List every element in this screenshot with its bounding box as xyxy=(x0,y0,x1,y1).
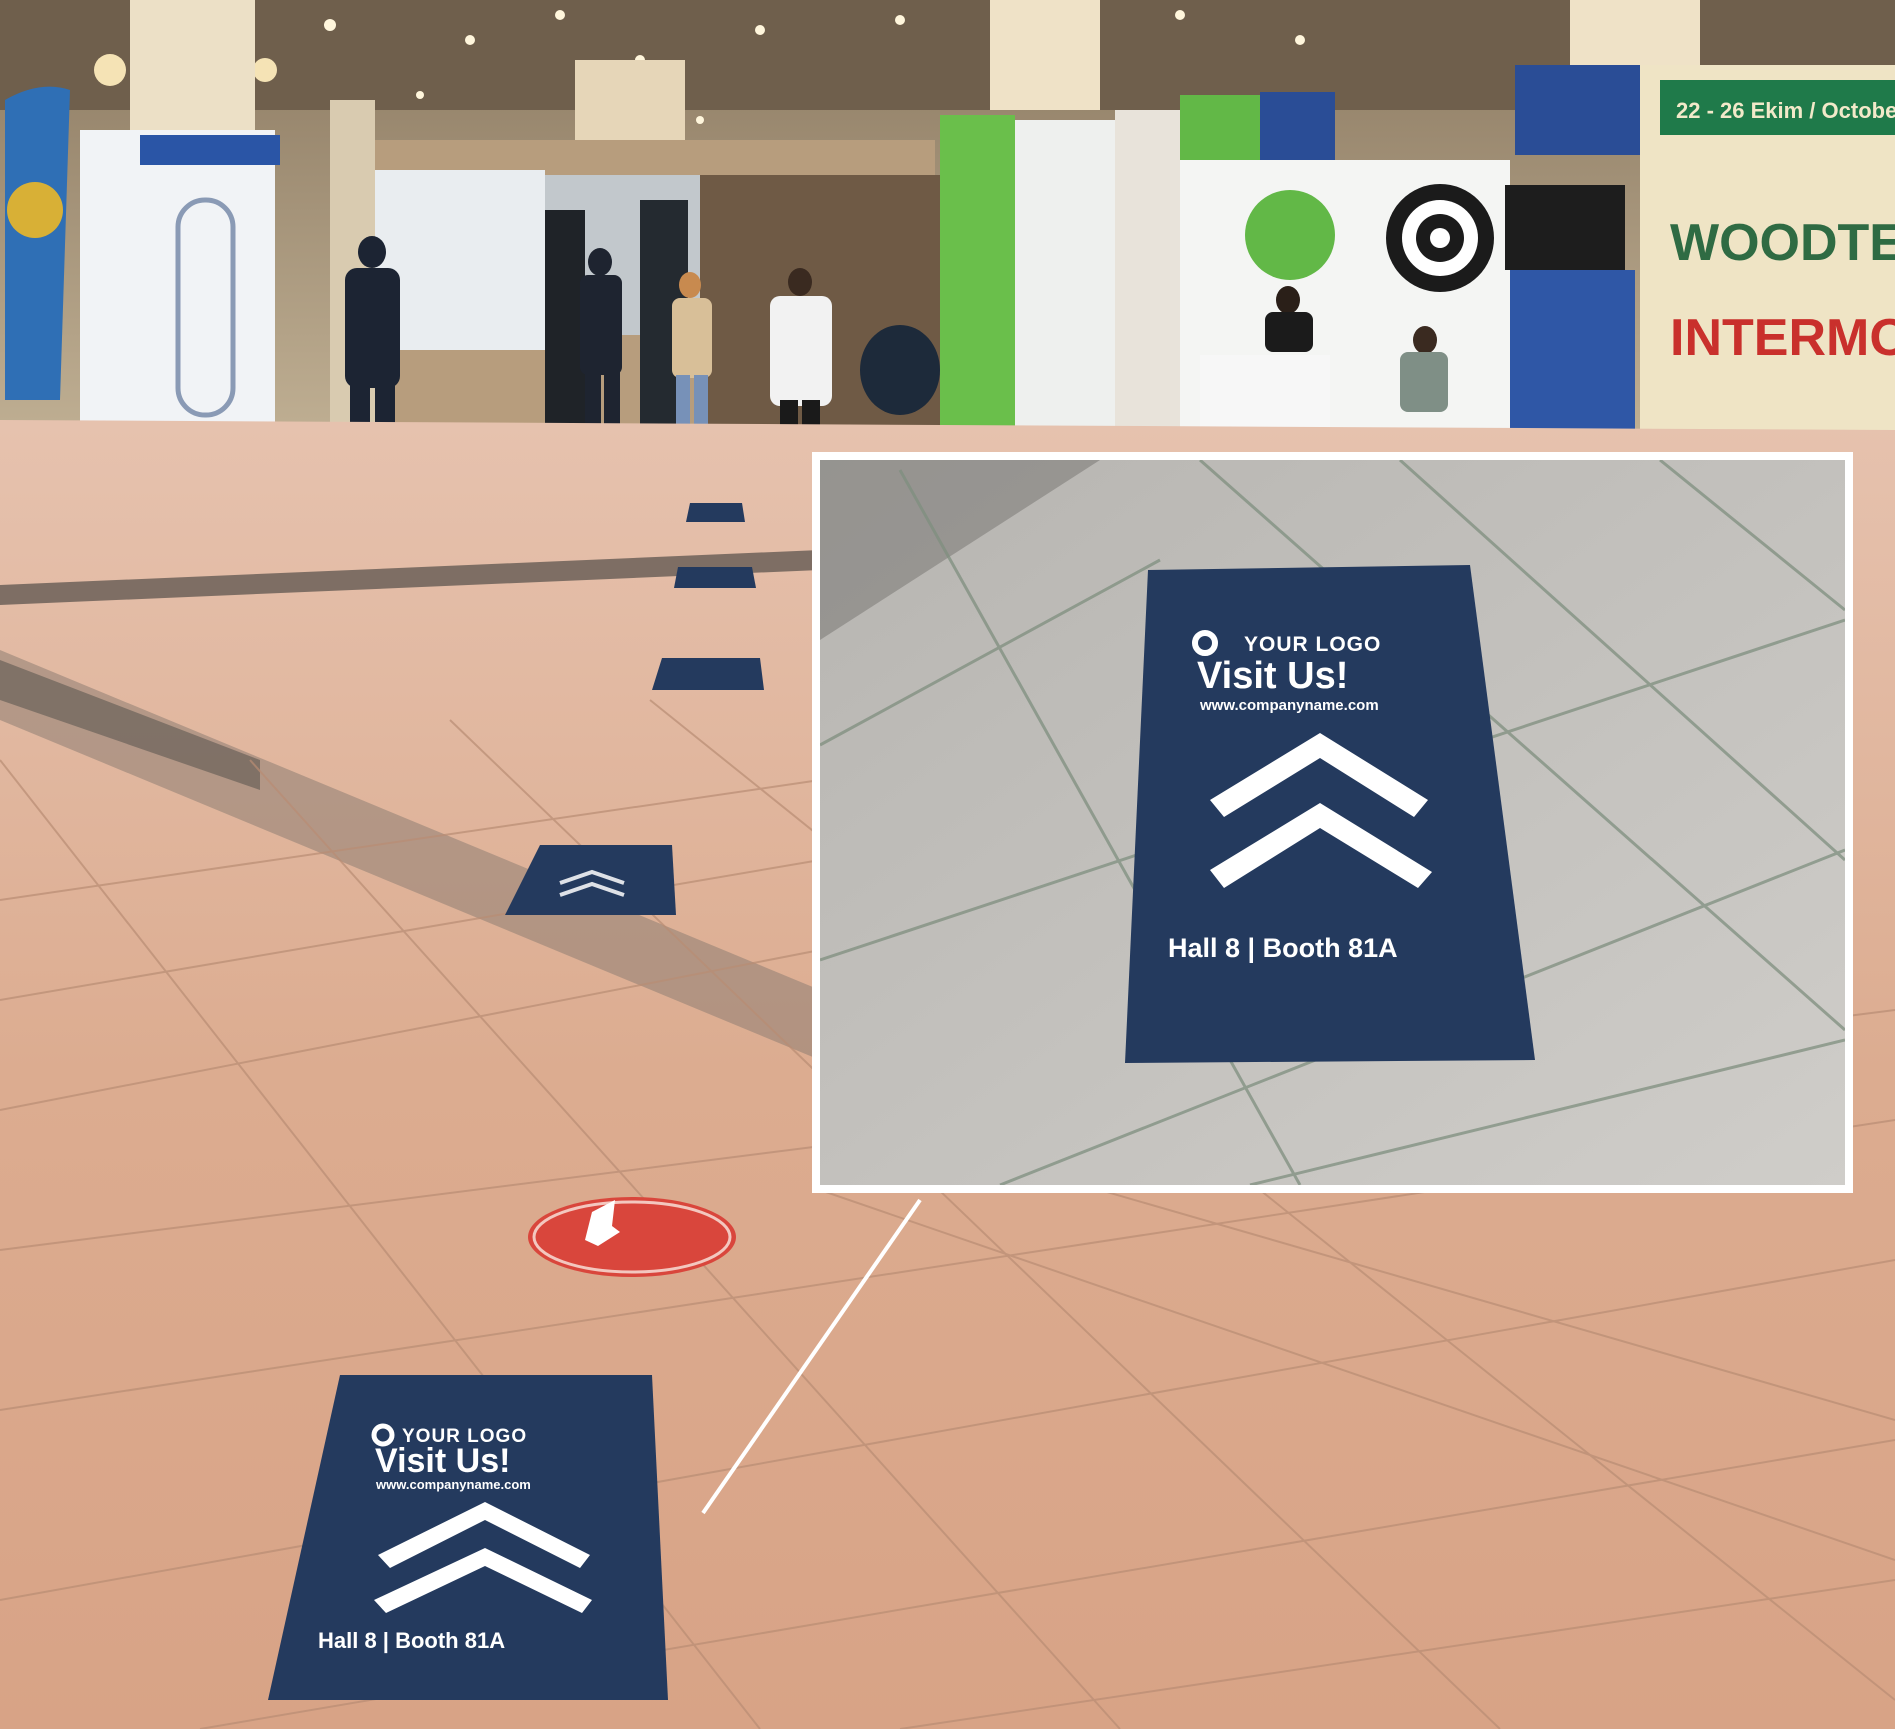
booth-brand-woodtec: WOODTEC xyxy=(1670,214,1895,272)
zoom-inset: YOUR LOGO Visit Us! www.companyname.com … xyxy=(812,452,1853,1193)
floor-sign-headline: Visit Us! xyxy=(375,1442,510,1480)
exit-floor-disc xyxy=(528,1197,736,1277)
booth-date-strip: 22 - 26 Ekim / October xyxy=(1676,98,1895,123)
floor-sign-website: www.companyname.com xyxy=(375,1477,531,1492)
floor-sign-location: Hall 8 | Booth 81A xyxy=(318,1628,505,1653)
trade-show-floor-photo: 22 - 26 Ekim / October WOODTEC INTERMO xyxy=(0,0,1895,1729)
inset-sign-location: Hall 8 | Booth 81A xyxy=(1168,933,1398,963)
inset-sign-logo-text: YOUR LOGO xyxy=(1244,633,1381,656)
inset-sign-website: www.companyname.com xyxy=(1199,697,1379,714)
booth-brand-intermo: INTERMO xyxy=(1670,309,1895,367)
inset-sign-headline: Visit Us! xyxy=(1197,655,1348,697)
